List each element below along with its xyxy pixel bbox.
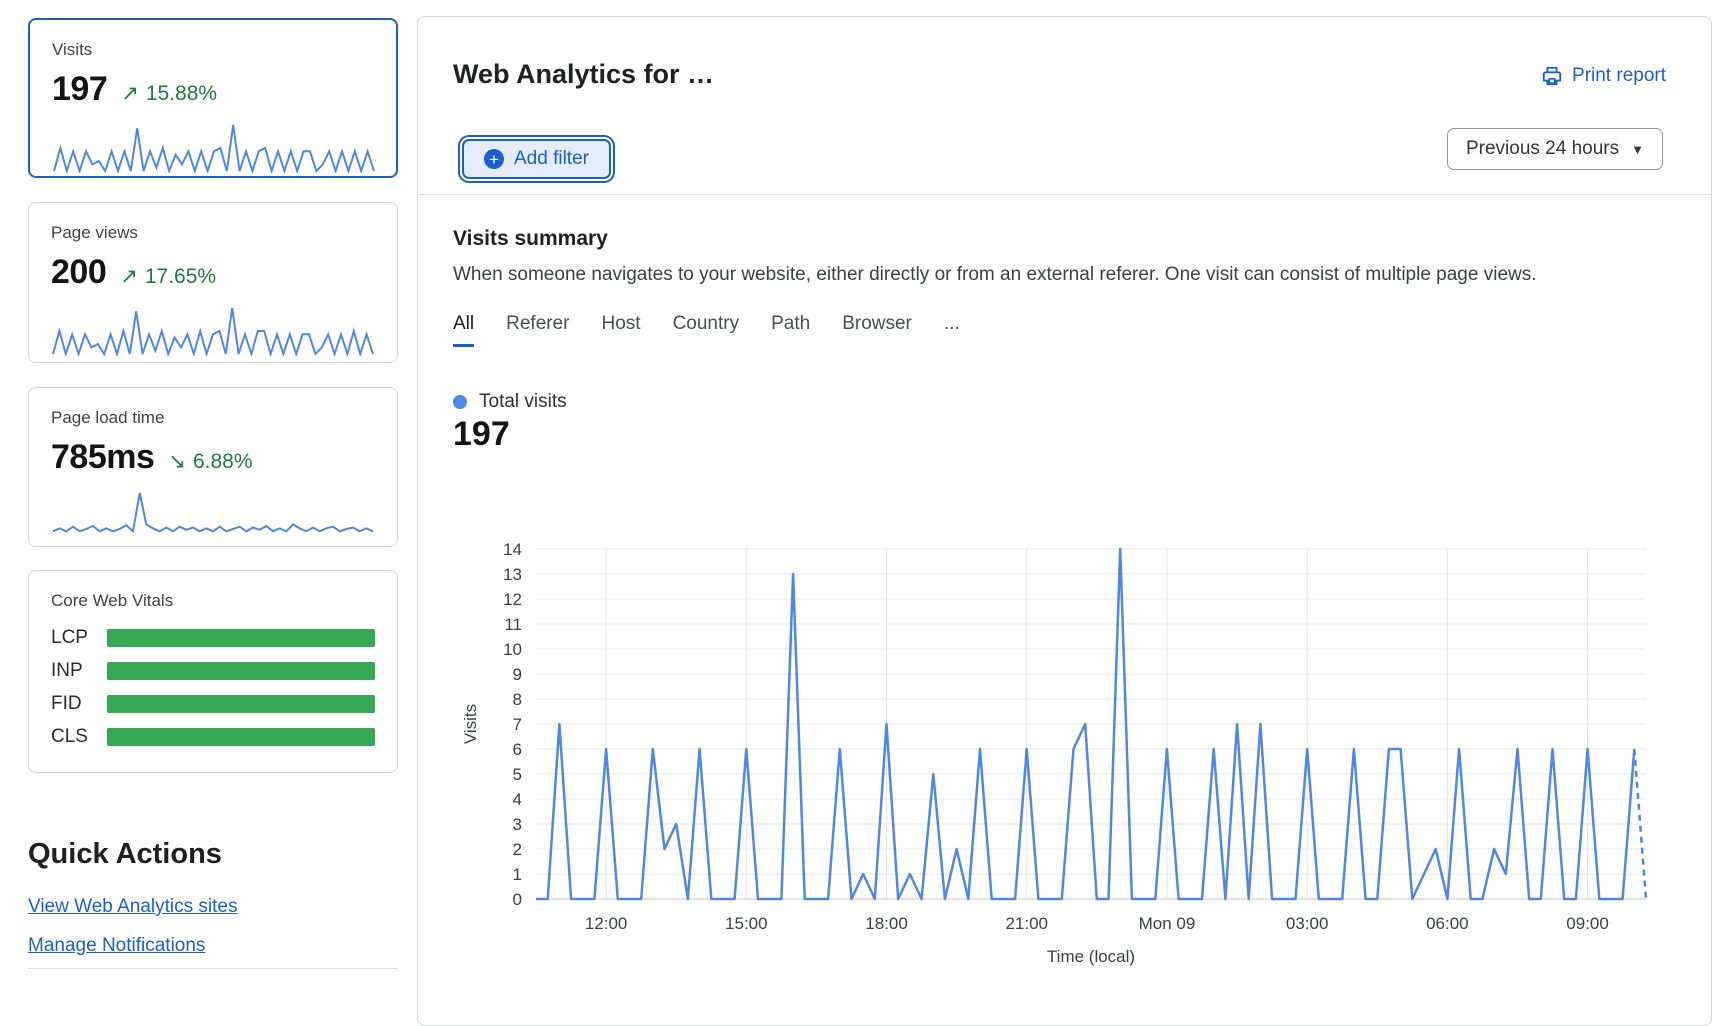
vital-row-cls: CLS — [51, 726, 375, 748]
svg-text:21:00: 21:00 — [1005, 914, 1048, 933]
svg-text:15:00: 15:00 — [725, 914, 768, 933]
chart-legend: Total visits — [453, 391, 567, 413]
svg-text:03:00: 03:00 — [1286, 914, 1329, 933]
svg-text:18:00: 18:00 — [865, 914, 908, 933]
page-views-card-title: Page views — [51, 223, 375, 243]
svg-text:1: 1 — [513, 865, 522, 884]
svg-text:11: 11 — [504, 615, 522, 634]
svg-text:8: 8 — [513, 690, 522, 709]
quick-actions-title: Quick Actions — [28, 838, 222, 871]
tab-path[interactable]: Path — [771, 313, 810, 347]
legend-label: Total visits — [479, 391, 567, 413]
vital-label: FID — [51, 693, 107, 715]
svg-text:12:00: 12:00 — [585, 914, 628, 933]
visits-card[interactable]: Visits 197 ↗ 15.88% — [28, 18, 398, 178]
core-web-vitals-card[interactable]: Core Web Vitals LCP INP FID CLS — [28, 570, 398, 773]
page-views-card[interactable]: Page views 200 ↗ 17.65% — [28, 202, 398, 363]
sidebar-divider — [28, 968, 398, 969]
trend-up-icon: ↗ — [121, 81, 139, 106]
visits-sparkline — [52, 121, 376, 173]
legend-dot-icon — [453, 395, 467, 409]
view-web-analytics-sites-link[interactable]: View Web Analytics sites — [28, 896, 237, 918]
page-views-sparkline — [51, 304, 375, 356]
tab-all[interactable]: All — [453, 313, 474, 347]
svg-text:6: 6 — [513, 740, 522, 759]
main-panel: Web Analytics for … Print report + Add f… — [417, 16, 1712, 1026]
visits-value: 197 — [52, 70, 107, 109]
print-report-link[interactable]: Print report — [1541, 65, 1666, 87]
svg-text:5: 5 — [513, 765, 522, 784]
trend-up-icon: ↗ — [120, 264, 138, 289]
page-load-time-delta: ↘ 6.88% — [168, 449, 252, 474]
chevron-down-icon: ▼ — [1631, 142, 1644, 157]
svg-text:4: 4 — [513, 790, 522, 809]
page-views-value: 200 — [51, 253, 106, 292]
visits-card-title: Visits — [52, 40, 374, 60]
page-load-time-card-title: Page load time — [51, 408, 375, 428]
svg-text:06:00: 06:00 — [1426, 914, 1469, 933]
vital-row-fid: FID — [51, 693, 375, 715]
page-views-delta: ↗ 17.65% — [120, 264, 216, 289]
plus-circle-icon: + — [484, 149, 504, 169]
vital-row-inp: INP — [51, 660, 375, 682]
svg-text:7: 7 — [513, 715, 522, 734]
vital-bar-green — [107, 662, 375, 680]
printer-icon — [1541, 65, 1563, 87]
visits-line-chart: 0123456789101112131412:0015:0018:0021:00… — [418, 531, 1713, 1001]
page-load-sparkline — [51, 489, 375, 541]
vital-label: CLS — [51, 726, 107, 748]
svg-text:Mon 09: Mon 09 — [1139, 914, 1196, 933]
svg-text:0: 0 — [513, 890, 522, 909]
svg-text:Time (local): Time (local) — [1047, 947, 1135, 966]
tab-referer[interactable]: Referer — [506, 313, 569, 347]
svg-text:9: 9 — [513, 665, 522, 684]
svg-text:2: 2 — [513, 840, 522, 859]
svg-text:Visits: Visits — [461, 704, 480, 744]
page-load-time-value: 785ms — [51, 438, 154, 477]
header-divider — [418, 194, 1711, 195]
svg-text:12: 12 — [503, 590, 522, 609]
tab-host[interactable]: Host — [601, 313, 640, 347]
visits-summary-title: Visits summary — [453, 227, 608, 251]
vital-bar-green — [107, 629, 375, 647]
add-filter-button[interactable]: + Add filter — [462, 139, 611, 179]
visits-summary-description: When someone navigates to your website, … — [453, 264, 1537, 286]
svg-text:13: 13 — [503, 565, 522, 584]
tab-browser[interactable]: Browser — [842, 313, 912, 347]
svg-text:09:00: 09:00 — [1566, 914, 1609, 933]
core-web-vitals-title: Core Web Vitals — [51, 591, 375, 611]
svg-text:14: 14 — [503, 540, 522, 559]
total-visits-value: 197 — [453, 415, 510, 454]
vital-bar-green — [107, 728, 375, 746]
vital-label: INP — [51, 660, 107, 682]
tab-moremoremore[interactable]: ... — [944, 313, 960, 347]
vital-bar-green — [107, 695, 375, 713]
tab-country[interactable]: Country — [673, 313, 740, 347]
vital-label: LCP — [51, 627, 107, 649]
core-web-vitals-rows: LCP INP FID CLS — [51, 627, 375, 748]
vital-row-lcp: LCP — [51, 627, 375, 649]
page-load-time-card[interactable]: Page load time 785ms ↘ 6.88% — [28, 387, 398, 547]
page-title: Web Analytics for … — [453, 59, 714, 90]
visits-delta: ↗ 15.88% — [121, 81, 217, 106]
manage-notifications-link[interactable]: Manage Notifications — [28, 935, 205, 957]
dimension-tabs: All Referer Host Country Path Browser... — [453, 313, 960, 347]
time-range-dropdown[interactable]: Previous 24 hours ▼ — [1447, 128, 1663, 170]
svg-text:10: 10 — [503, 640, 522, 659]
svg-text:3: 3 — [513, 815, 522, 834]
trend-down-icon: ↘ — [168, 449, 186, 474]
